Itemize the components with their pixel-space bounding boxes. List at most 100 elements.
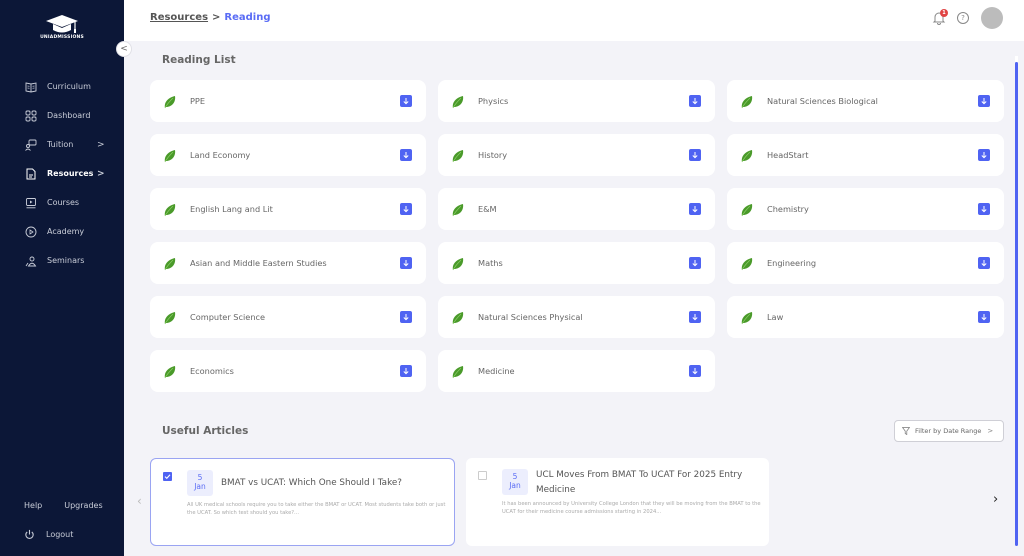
reading-list-item[interactable]: E&M [438,188,715,230]
leaf-icon [163,148,177,163]
power-icon [25,529,34,539]
article-title[interactable]: BMAT vs UCAT: Which One Should I Take? [221,476,441,491]
article-day: 5 [197,473,203,482]
reading-list-item[interactable]: Computer Science [150,296,426,338]
article-checkbox[interactable] [163,472,172,481]
sidebar-item-label: Seminars [47,256,85,265]
breadcrumb-resources[interactable]: Resources [150,12,208,23]
reading-list-item-name: HeadStart [767,150,809,160]
leaf-icon [163,310,177,325]
filter-by-date-range-button[interactable]: Filter by Date Range > [894,420,1004,442]
download-icon[interactable] [689,311,701,323]
sidebar-item-seminars[interactable]: Seminars [0,246,124,275]
logo[interactable]: UNIADMISSIONS [36,14,88,40]
article-title[interactable]: UCL Moves From BMAT To UCAT For 2025 Ent… [536,468,756,498]
download-icon[interactable] [978,203,990,215]
play-circle-icon [24,225,38,239]
reading-list-item[interactable]: HeadStart [727,134,1004,176]
article-month: Jan [509,481,521,490]
download-icon[interactable] [978,311,990,323]
download-icon[interactable] [400,257,412,269]
reading-list-item-name: Chemistry [767,204,809,214]
filter-icon [902,427,910,435]
useful-articles-title: Useful Articles [162,425,249,437]
scrollbar-thumb[interactable] [1015,62,1018,546]
reading-list-item[interactable]: English Lang and Lit [150,188,426,230]
collapse-sidebar-button[interactable]: < [116,41,132,57]
reading-list-item-name: Physics [478,96,509,106]
sidebar-item-courses[interactable]: Courses [0,188,124,217]
article-day: 5 [512,472,518,481]
reading-list-item-name: Law [767,312,784,322]
reading-list-item[interactable]: Land Economy [150,134,426,176]
download-icon[interactable] [978,95,990,107]
download-icon[interactable] [400,311,412,323]
upgrades-link[interactable]: Upgrades [64,501,102,510]
download-icon[interactable] [689,257,701,269]
sidebar-item-tuition[interactable]: Tuition > [0,130,124,159]
article-card[interactable]: 5 Jan BMAT vs UCAT: Which One Should I T… [150,458,455,546]
leaf-icon [740,256,754,271]
download-icon[interactable] [400,149,412,161]
sidebar-item-dashboard[interactable]: Dashboard [0,101,124,130]
topbar: Resources > Reading 1 ? [124,0,1024,41]
breadcrumb: Resources > Reading [150,12,271,23]
sidebar-item-academy[interactable]: Academy [0,217,124,246]
reading-list-item[interactable]: Physics [438,80,715,122]
help-icon[interactable]: ? [957,12,969,24]
article-excerpt: It has been announced by University Coll… [502,501,761,515]
article-date: 5 Jan [502,469,528,495]
download-icon[interactable] [689,203,701,215]
download-icon[interactable] [400,95,412,107]
sidebar-nav: Curriculum Dashboard Tuition > Resources > Cou… [0,72,124,275]
download-icon[interactable] [400,365,412,377]
download-icon[interactable] [689,365,701,377]
article-excerpt: All UK medical schools require you to ta… [187,502,446,516]
reading-list-item-name: Natural Sciences Biological [767,96,878,106]
help-link[interactable]: Help [24,501,42,510]
reading-list-item-name: Computer Science [190,312,266,322]
download-icon[interactable] [400,203,412,215]
article-month: Jan [194,482,206,491]
download-icon[interactable] [689,95,701,107]
reading-list-item[interactable]: PPE [150,80,426,122]
reading-list-grid: PPE Physics Natural Sciences Biological Lan… [150,80,1004,392]
reading-list-item-name: Land Economy [190,150,251,160]
reading-list-item[interactable]: History [438,134,715,176]
sidebar-item-curriculum[interactable]: Curriculum [0,72,124,101]
leaf-icon [451,94,465,109]
sidebar-bottom: Help Upgrades Logout [0,494,124,544]
filter-label: Filter by Date Range [915,427,982,435]
reading-list-item-name: English Lang and Lit [190,204,273,214]
reading-list-item[interactable]: Medicine [438,350,715,392]
reading-list-item[interactable]: Asian and Middle Eastern Studies [150,242,426,284]
sidebar: UNIADMISSIONS Curriculum Dashboard Tuition… [0,0,124,556]
article-card[interactable]: 5 Jan UCL Moves From BMAT To UCAT For 20… [466,458,769,546]
chevron-right-icon: > [97,139,105,150]
reading-list-item[interactable]: Maths [438,242,715,284]
chevron-left-icon: < [120,44,128,54]
reading-list-item[interactable]: Economics [150,350,426,392]
download-icon[interactable] [689,149,701,161]
reading-list-item[interactable]: Engineering [727,242,1004,284]
reading-list-item[interactable]: Law [727,296,1004,338]
sidebar-item-resources[interactable]: Resources > [0,159,124,188]
download-icon[interactable] [978,257,990,269]
reading-list-item[interactable]: Chemistry [727,188,1004,230]
leaf-icon [163,256,177,271]
leaf-icon [451,310,465,325]
reading-list-item-name: Maths [478,258,503,268]
carousel-next-button[interactable]: › [993,492,998,507]
carousel-prev-button[interactable]: ‹ [137,494,142,508]
breadcrumb-reading: Reading [224,12,271,23]
notification-badge: 1 [940,9,948,17]
download-icon[interactable] [978,149,990,161]
reading-list-item[interactable]: Natural Sciences Biological [727,80,1004,122]
logout-button[interactable]: Logout [0,524,124,544]
reading-list-item[interactable]: Natural Sciences Physical [438,296,715,338]
chevron-right-icon: > [987,427,994,435]
leaf-icon [740,94,754,109]
article-checkbox[interactable] [478,471,487,480]
users-icon [24,254,38,268]
avatar[interactable] [981,7,1003,29]
